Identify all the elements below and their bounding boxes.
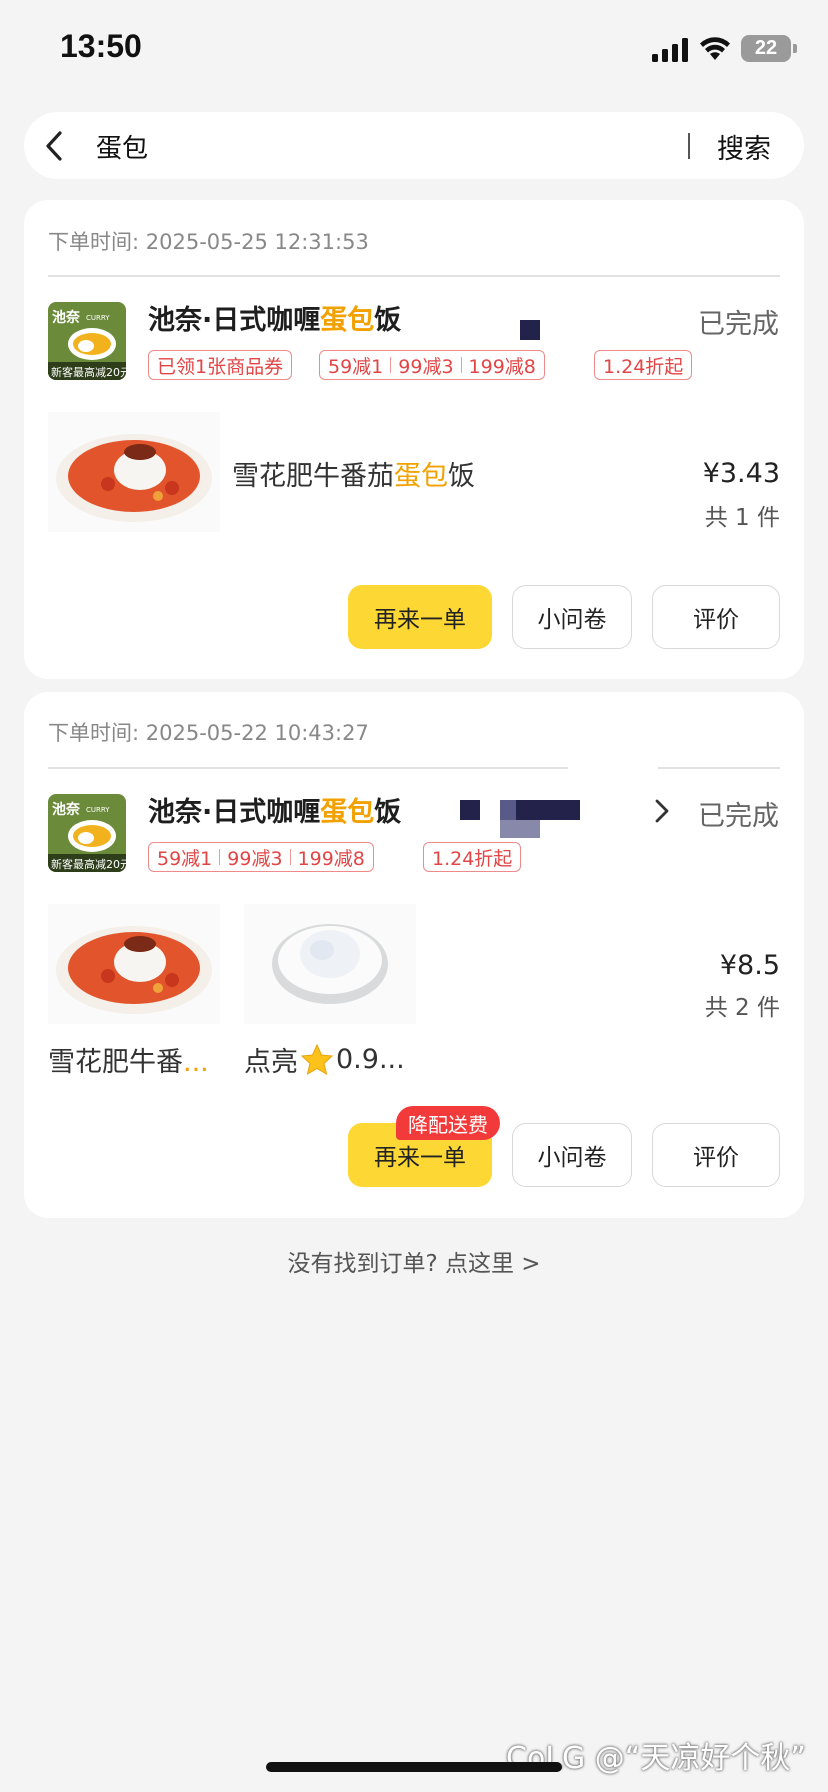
dish-name: 雪花肥牛番... — [48, 1040, 209, 1079]
order-time-label: 下单时间: — [48, 721, 140, 745]
dish-name-suffix: 饭 — [448, 461, 475, 492]
rate-tag: 1.24折起 — [594, 350, 693, 380]
discount-99: 99减3 — [227, 847, 283, 870]
item-count: 共 1 件 — [704, 505, 780, 531]
store-name-suffix: 饭 — [374, 305, 402, 336]
rate-tag: 1.24折起 — [423, 842, 522, 872]
battery-indicator: 22 — [741, 35, 791, 62]
dish-image[interactable] — [244, 904, 416, 1024]
dish-name-suffix: 0.9... — [336, 1044, 405, 1075]
review-button[interactable]: 评价 — [652, 585, 780, 649]
cellular-signal-icon — [652, 38, 688, 62]
logo-brand: 池奈 — [52, 801, 81, 818]
wifi-icon — [700, 37, 730, 60]
reorder-button[interactable]: 再来一单 — [348, 585, 492, 649]
discount-199: 199减8 — [297, 847, 365, 870]
store-name[interactable]: 池奈·日式咖喱蛋包饭 — [148, 298, 401, 337]
dish-name-main: 点亮 — [244, 1047, 298, 1078]
logo-promo: 新客最高减20元 — [51, 857, 126, 871]
discount-tag: 59减1 99减3 199减8 — [319, 350, 545, 380]
store-logo[interactable]: 池奈 CURRY 新客最高减20元 — [48, 794, 126, 872]
redaction-block — [520, 320, 540, 340]
search-button[interactable]: 搜索 — [717, 127, 771, 166]
survey-button[interactable]: 小问卷 — [512, 585, 632, 649]
redaction-block — [500, 800, 580, 820]
search-divider — [688, 133, 690, 159]
dish-image[interactable] — [48, 904, 220, 1024]
divider — [48, 767, 568, 769]
dish-name-main: 雪花肥牛番 — [48, 1047, 183, 1078]
order-time-row: 下单时间: 2025-05-22 10:43:27 — [48, 717, 369, 747]
logo-sub: CURRY — [86, 314, 110, 322]
battery-tip — [793, 44, 797, 53]
store-name-main: 池奈·日式咖喱 — [148, 305, 321, 336]
delivery-fee-badge: 降配送费 — [396, 1106, 500, 1140]
dish-name-ellipsis: ... — [183, 1047, 209, 1078]
order-price: ¥8.5 — [719, 950, 780, 981]
logo-promo: 新客最高减20元 — [51, 365, 126, 379]
star-icon — [300, 1043, 334, 1075]
order-time-label: 下单时间: — [48, 230, 140, 254]
logo-sub: CURRY — [86, 806, 110, 814]
review-button[interactable]: 评价 — [652, 1123, 780, 1187]
discount-59: 59减1 — [157, 847, 213, 870]
discount-59: 59减1 — [328, 355, 384, 378]
store-logo[interactable]: 池奈 CURRY 新客最高减20元 — [48, 302, 126, 380]
dish-name: 点亮 0.9... — [244, 1040, 405, 1079]
discount-tag: 59减1 99减3 199减8 — [148, 842, 374, 872]
home-indicator[interactable] — [266, 1762, 562, 1772]
store-name-suffix: 饭 — [374, 797, 402, 828]
order-time-row: 下单时间: 2025-05-25 12:31:53 — [48, 226, 369, 256]
store-name-highlight: 蛋包 — [320, 305, 375, 336]
store-name-main: 池奈·日式咖喱 — [148, 797, 321, 828]
search-input[interactable]: 蛋包 — [96, 128, 148, 165]
store-name[interactable]: 池奈·日式咖喱蛋包饭 — [148, 790, 401, 829]
divider — [48, 275, 780, 277]
order-time: 2025-05-25 12:31:53 — [145, 230, 369, 254]
discount-199: 199减8 — [468, 355, 536, 378]
survey-button[interactable]: 小问卷 — [512, 1123, 632, 1187]
coupon-tag: 已领1张商品券 — [148, 350, 293, 380]
dish-name-highlight: 蛋包 — [394, 461, 448, 492]
order-time: 2025-05-22 10:43:27 — [145, 721, 369, 745]
chevron-right-icon[interactable] — [654, 798, 670, 824]
store-name-highlight: 蛋包 — [320, 797, 375, 828]
redaction-block — [460, 800, 480, 820]
dish-name-main: 雪花肥牛番茄 — [232, 461, 394, 492]
order-not-found-link[interactable]: 没有找到订单? 点这里 > — [0, 1244, 828, 1278]
order-status: 已完成 — [698, 801, 779, 832]
divider — [658, 767, 780, 769]
item-count: 共 2 件 — [704, 995, 780, 1021]
order-price: ¥3.43 — [702, 458, 780, 489]
discount-99: 99减3 — [398, 355, 454, 378]
back-arrow-icon[interactable] — [44, 130, 64, 162]
dish-name: 雪花肥牛番茄蛋包饭 — [232, 454, 475, 493]
redaction-block — [500, 820, 540, 838]
logo-brand: 池奈 — [52, 309, 81, 326]
dish-image[interactable] — [48, 412, 220, 532]
order-status: 已完成 — [698, 309, 779, 340]
status-time: 13:50 — [60, 28, 142, 64]
